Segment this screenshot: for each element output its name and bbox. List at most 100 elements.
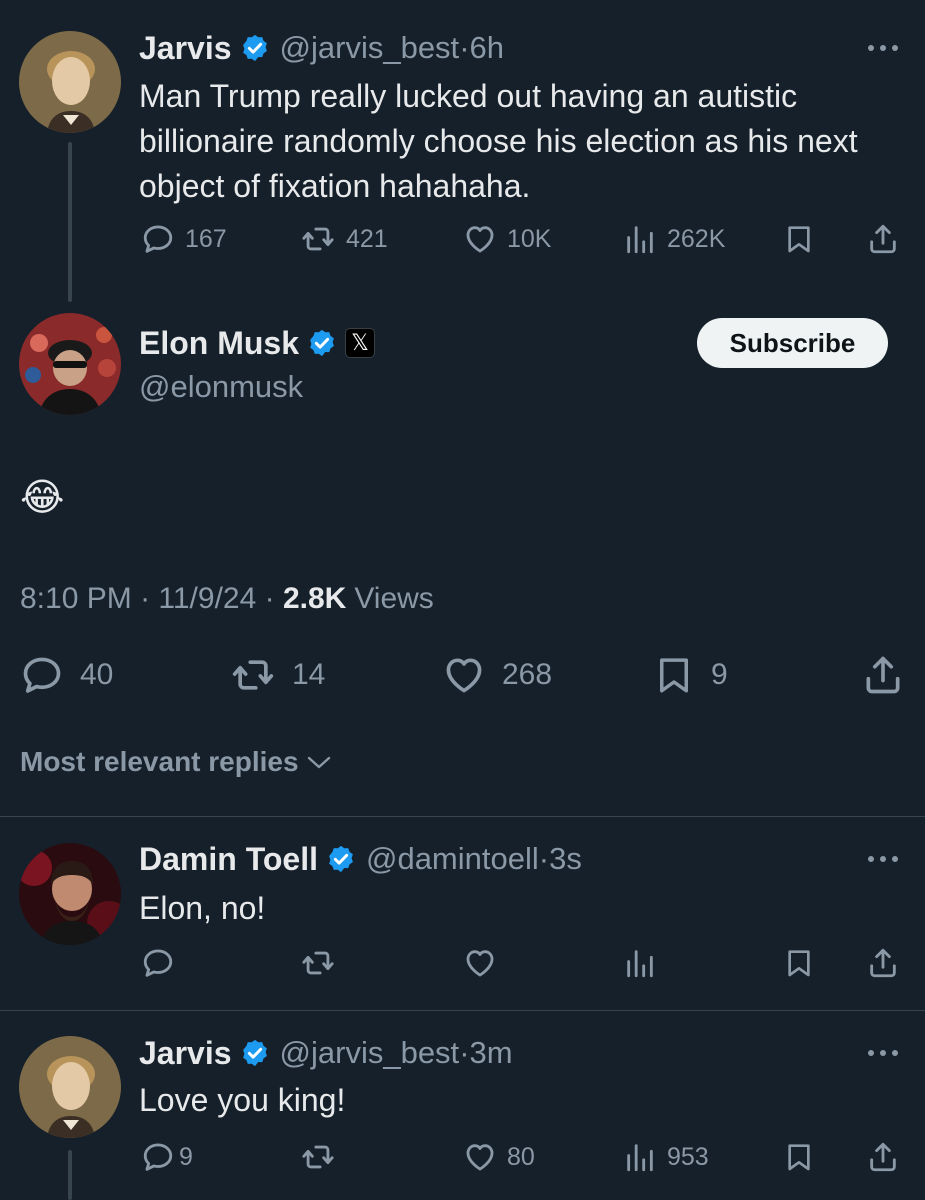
verified-icon <box>240 33 270 63</box>
like-button[interactable]: 80 <box>463 1140 535 1174</box>
reply-header: Jarvis @jarvis_best · 3m <box>139 1035 513 1071</box>
thread-line <box>68 142 72 302</box>
more-options-icon[interactable] <box>865 42 901 54</box>
views-button[interactable]: 953 <box>623 1140 709 1174</box>
reply-icon <box>20 653 64 697</box>
like-button[interactable]: 10K <box>463 222 551 256</box>
bookmark-button[interactable] <box>783 222 815 256</box>
share-icon <box>866 222 900 256</box>
author-handle[interactable]: @jarvis_best <box>280 30 460 66</box>
share-button[interactable] <box>866 1140 900 1174</box>
retweet-button[interactable]: 14 <box>230 653 325 697</box>
reply-header: Damin Toell @damintoell · 3s <box>139 841 582 877</box>
tweet-meta: 8:10 PM · 11/9/24 · 2.8K Views <box>20 582 434 616</box>
avatar-jarvis[interactable] <box>19 31 121 133</box>
tweet-time[interactable]: 3m <box>470 1035 513 1071</box>
views-count: 262K <box>667 224 726 253</box>
retweet-button[interactable] <box>300 946 336 980</box>
bookmark-icon <box>653 653 695 697</box>
verified-icon <box>307 328 337 358</box>
divider <box>0 1010 925 1011</box>
tweet-date[interactable]: 11/9/24 <box>158 582 256 616</box>
reply-text: Love you king! <box>139 1082 346 1118</box>
share-icon <box>861 653 905 697</box>
reply-count: 40 <box>80 658 114 691</box>
heart-icon <box>442 653 486 697</box>
reply-button[interactable]: 9 <box>141 1140 193 1174</box>
main-tweet-header: Elon Musk 𝕏 <box>139 325 376 362</box>
author-name[interactable]: Elon Musk <box>139 325 299 362</box>
views-button[interactable] <box>623 946 657 980</box>
avatar-damintoell[interactable] <box>19 843 121 945</box>
retweet-icon <box>300 222 336 256</box>
retweet-count: 421 <box>346 224 388 253</box>
separator-dot: · <box>131 582 159 615</box>
views-icon <box>623 946 657 980</box>
thread-line <box>68 1150 72 1200</box>
like-count: 10K <box>507 224 552 253</box>
reply-icon <box>141 1140 175 1174</box>
bookmark-button[interactable]: 9 <box>653 653 728 697</box>
separator-dot: · <box>459 30 470 65</box>
reply-icon <box>141 222 175 256</box>
reply-button[interactable]: 40 <box>20 653 113 697</box>
heart-icon <box>463 1140 497 1174</box>
share-button[interactable] <box>866 222 900 256</box>
views-count[interactable]: 2.8K <box>283 582 346 616</box>
avatar-jarvis[interactable] <box>19 1036 121 1138</box>
verified-icon <box>240 1038 270 1068</box>
retweet-icon <box>300 946 336 980</box>
main-tweet-content: 😂 <box>20 477 65 519</box>
share-icon <box>866 1140 900 1174</box>
views-icon <box>623 1140 657 1174</box>
views-button[interactable]: 262K <box>623 222 725 256</box>
tweet-time[interactable]: 8:10 PM <box>20 582 132 616</box>
retweet-button[interactable] <box>300 1140 336 1174</box>
replies-sort-label: Most relevant replies <box>20 746 299 777</box>
author-name[interactable]: Jarvis <box>139 30 232 67</box>
parent-tweet-text: Man Trump really lucked out having an au… <box>139 78 858 204</box>
views-icon <box>623 222 657 256</box>
more-options-icon[interactable] <box>865 1047 901 1059</box>
share-icon <box>866 946 900 980</box>
reply-count: 167 <box>185 224 227 253</box>
separator-dot: · <box>538 841 550 876</box>
author-handle[interactable]: @jarvis_best <box>280 1035 460 1071</box>
reply-button[interactable]: 167 <box>141 222 227 256</box>
reply-button[interactable] <box>141 946 175 980</box>
retweet-icon <box>230 653 276 697</box>
retweet-button[interactable]: 421 <box>300 222 388 256</box>
retweet-icon <box>300 1140 336 1174</box>
views-label[interactable]: Views <box>354 582 433 616</box>
chevron-down-icon <box>307 756 330 769</box>
like-count: 80 <box>507 1142 535 1171</box>
more-options-icon[interactable] <box>865 853 901 865</box>
parent-tweet-header: Jarvis @jarvis_best · 6h <box>139 30 504 66</box>
like-button[interactable] <box>463 946 497 980</box>
bookmark-button[interactable] <box>783 1140 815 1174</box>
reply-count: 9 <box>179 1142 193 1171</box>
author-handle[interactable]: @elonmusk <box>139 369 303 405</box>
bookmark-icon <box>783 222 815 256</box>
share-button[interactable] <box>866 946 900 980</box>
separator-dot: · <box>459 1035 470 1070</box>
share-button[interactable] <box>861 653 905 697</box>
subscribe-button[interactable]: Subscribe <box>697 318 888 368</box>
retweet-count: 14 <box>292 658 326 691</box>
divider <box>0 816 925 817</box>
avatar-elonmusk[interactable] <box>19 313 121 415</box>
reply-text: Elon, no! <box>139 890 266 926</box>
tweet-time[interactable]: 3s <box>549 841 582 877</box>
bookmark-icon <box>783 946 815 980</box>
x-affiliate-icon[interactable]: 𝕏 <box>345 328 376 358</box>
reply-icon <box>141 946 175 980</box>
bookmark-icon <box>783 1140 815 1174</box>
replies-sort-dropdown[interactable]: Most relevant replies <box>20 746 333 778</box>
like-button[interactable]: 268 <box>442 653 552 697</box>
author-name[interactable]: Damin Toell <box>139 841 318 878</box>
heart-icon <box>463 946 497 980</box>
author-name[interactable]: Jarvis <box>139 1035 232 1072</box>
bookmark-button[interactable] <box>783 946 815 980</box>
author-handle[interactable]: @damintoell <box>366 841 539 877</box>
tweet-time[interactable]: 6h <box>470 30 504 66</box>
